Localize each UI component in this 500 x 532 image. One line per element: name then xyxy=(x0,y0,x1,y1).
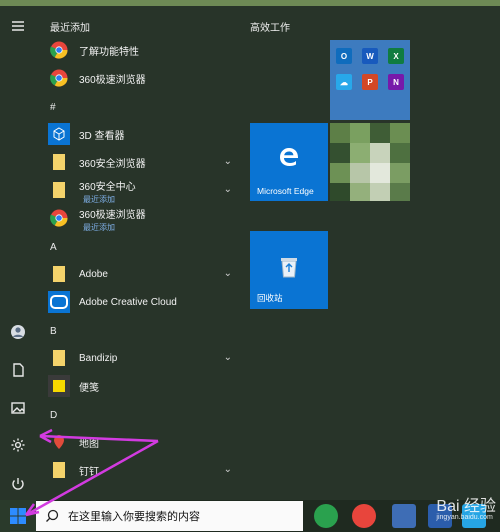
avatar xyxy=(11,325,25,339)
tile-area: 高效工作 O W X ☁ P N Microsoft Edge 回收站 xyxy=(250,6,500,500)
hamburger-icon xyxy=(12,21,24,31)
chevron-down-icon[interactable]: ⌄ xyxy=(224,464,232,475)
app-name: 360安全中心 xyxy=(79,181,136,193)
app-name: 360安全浏览器 xyxy=(79,158,146,170)
watermark-text: Bai 经验 xyxy=(436,498,496,515)
section-header-a[interactable]: A xyxy=(50,242,57,253)
cube-icon xyxy=(48,123,70,145)
picture-icon xyxy=(11,402,25,414)
chevron-down-icon[interactable]: ⌄ xyxy=(224,184,232,195)
recycle-bin-label: 回收站 xyxy=(257,293,283,303)
excel-icon: X xyxy=(388,48,404,64)
app-name: Adobe xyxy=(79,268,108,280)
sticky-note-icon xyxy=(48,375,70,397)
user-avatar-button[interactable] xyxy=(4,318,32,346)
folder-icon xyxy=(48,151,70,173)
app-item[interactable]: Adobe Creative Cloud xyxy=(48,290,238,314)
section-header-b[interactable]: B xyxy=(50,326,57,337)
folder-icon xyxy=(48,347,70,369)
360-browser-taskbar-icon[interactable] xyxy=(314,504,338,528)
onedrive-icon: ☁ xyxy=(336,74,352,90)
chrome-like-icon xyxy=(48,207,70,229)
app-list: 最近添加 了解功能特性 360极速浏览器 # 3D 查看器 360安全浏览器 ⌄… xyxy=(44,6,240,500)
recycle-bin-icon xyxy=(281,258,297,278)
office-apps-tile[interactable]: O W X ☁ P N xyxy=(330,40,410,120)
edge-icon xyxy=(280,148,298,166)
app-item[interactable]: Bandizip ⌄ xyxy=(48,346,238,370)
hamburger-menu-button[interactable] xyxy=(4,12,32,40)
adobe-cc-icon xyxy=(48,291,70,313)
start-button[interactable] xyxy=(0,500,36,532)
recycle-bin-tile[interactable]: 回收站 xyxy=(250,231,328,309)
tile-group-title[interactable]: 高效工作 xyxy=(250,19,290,34)
app-item[interactable]: 便笺 xyxy=(48,374,238,398)
app-subtitle: 最近添加 xyxy=(83,223,115,232)
app-item[interactable]: 3D 查看器 xyxy=(48,122,238,146)
start-rail xyxy=(0,6,36,500)
power-button[interactable] xyxy=(4,470,32,498)
settings-button[interactable] xyxy=(4,431,32,459)
document-icon xyxy=(13,363,24,377)
start-menu: 最近添加 了解功能特性 360极速浏览器 # 3D 查看器 360安全浏览器 ⌄… xyxy=(0,6,500,500)
word-icon: W xyxy=(362,48,378,64)
chevron-down-icon[interactable]: ⌄ xyxy=(224,352,232,363)
app-item[interactable]: 360极速浏览器 xyxy=(48,66,238,90)
app-subtitle: 最近添加 xyxy=(83,195,115,204)
edge-label: Microsoft Edge xyxy=(257,186,314,196)
power-icon xyxy=(12,478,24,490)
onenote-icon: N xyxy=(388,74,404,90)
outlook-icon: O xyxy=(336,48,352,64)
section-header-recent: 最近添加 xyxy=(50,23,90,34)
search-icon xyxy=(46,509,59,522)
app-item[interactable]: 了解功能特性 xyxy=(48,38,238,62)
chrome-taskbar-icon[interactable] xyxy=(352,504,376,528)
folder-icon xyxy=(48,179,70,201)
taskbar: 在这里输入你要搜索的内容 xyxy=(0,500,500,532)
folder-icon xyxy=(48,459,70,481)
app-item[interactable]: 360安全浏览器 ⌄ xyxy=(48,150,238,174)
folder-icon xyxy=(48,263,70,285)
app-name: Adobe Creative Cloud xyxy=(79,296,177,308)
pictures-button[interactable] xyxy=(4,394,32,422)
watermark-url: jingyan.baidu.com xyxy=(436,514,493,521)
pixelated-photo-tile[interactable] xyxy=(330,123,410,201)
app-name: 了解功能特性 xyxy=(79,46,139,58)
chevron-down-icon[interactable]: ⌄ xyxy=(224,156,232,167)
section-header-hash[interactable]: # xyxy=(50,102,56,113)
edge-tile[interactable]: Microsoft Edge xyxy=(250,123,328,201)
app-name: Bandizip xyxy=(79,352,118,364)
section-header-d[interactable]: D xyxy=(50,410,57,421)
map-icon xyxy=(48,431,70,453)
gear-icon xyxy=(11,438,25,452)
app-name: 360极速浏览器 xyxy=(79,209,146,221)
app-item[interactable]: Adobe ⌄ xyxy=(48,262,238,286)
app-taskbar-icon[interactable] xyxy=(392,504,416,528)
search-input[interactable]: 在这里输入你要搜索的内容 xyxy=(36,501,303,531)
watermark: Bai 经验 jingyan.baidu.com xyxy=(436,492,496,521)
app-item[interactable]: 钉钉 ⌄ xyxy=(48,458,238,482)
app-name: 钉钉 xyxy=(79,466,99,478)
chrome-like-icon xyxy=(48,39,70,61)
powerpoint-icon: P xyxy=(362,74,378,90)
documents-button[interactable] xyxy=(4,356,32,384)
windows-logo-icon xyxy=(10,508,26,524)
app-name: 地图 xyxy=(79,438,99,450)
app-name: 3D 查看器 xyxy=(79,130,125,142)
chrome-like-icon xyxy=(48,67,70,89)
app-item[interactable]: 360安全中心 最近添加 ⌄ xyxy=(48,178,238,204)
app-item[interactable]: 地图 xyxy=(48,430,238,454)
chevron-down-icon[interactable]: ⌄ xyxy=(224,268,232,279)
app-item[interactable]: 360极速浏览器 最近添加 xyxy=(48,206,238,232)
pixelated-image xyxy=(330,123,410,201)
search-placeholder: 在这里输入你要搜索的内容 xyxy=(68,511,200,523)
app-name: 便笺 xyxy=(79,382,99,394)
app-name: 360极速浏览器 xyxy=(79,74,146,86)
